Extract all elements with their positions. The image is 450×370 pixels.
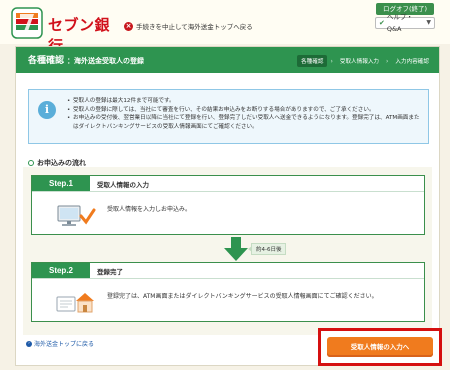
interrupt-link-label: 手続きを中止して海外送金トップへ戻る: [136, 23, 253, 31]
info-list: 受取人の登録は最大12件まで可能です。 受取人の登録に際しては、当社にて審査を行…: [67, 97, 423, 131]
list-item: お申込みの受付後、翌営業日以降に当社にて登録を行い、登録完了しだい受取人へ送金で…: [67, 114, 423, 131]
list-item: 受取人の登録は最大12件まで可能です。: [67, 97, 423, 106]
divider: [32, 191, 424, 192]
cta-highlight: 受取人情報の入力へ: [318, 328, 442, 366]
chevron-down-icon: ▼: [426, 19, 431, 26]
main-panel: 各種確認 ：海外送金受取人の登録 各種確認 › 受取人情報入力 › 入力内容確認 …: [15, 46, 440, 366]
back-to-top-link[interactable]: › 海外送金トップに戻る: [26, 339, 94, 348]
progress-step: 受取人情報入力: [339, 59, 380, 65]
bullet-icon: [28, 160, 34, 166]
step-1-heading: 受取人情報の入力: [97, 181, 149, 189]
page-header-bar: 各種確認 ：海外送金受取人の登録 各種確認 › 受取人情報入力 › 入力内容確認: [16, 47, 439, 73]
list-item: 受取人の登録に際しては、当社にて審査を行い、その結果お申込みをお断りする場合があ…: [67, 106, 423, 115]
chevron-right-icon: ›: [386, 57, 389, 65]
page-title: 各種確認 ：海外送金受取人の登録: [28, 53, 144, 66]
duration-text: 約4-6日後: [256, 247, 282, 253]
info-icon: i: [38, 101, 56, 119]
pointer-icon: [248, 246, 252, 252]
proceed-to-recipient-input-button[interactable]: 受取人情報の入力へ: [327, 337, 433, 357]
progress-steps: 各種確認 › 受取人情報入力 › 入力内容確認: [297, 55, 433, 67]
progress-step: 入力内容確認: [395, 59, 429, 65]
step-2-label: Step.2: [32, 263, 90, 278]
close-icon: ×: [124, 21, 133, 31]
check-icon: ✔: [379, 19, 385, 27]
chevron-right-icon: ›: [26, 340, 32, 347]
step-2-description: 登録完了は、ATM画面またはダイレクトバンキングサービスの受取人情報画面にてご確…: [107, 293, 378, 300]
computer-input-icon: [57, 205, 96, 226]
back-to-top-label: 海外送金トップに戻る: [34, 341, 95, 348]
seven-bank-logo[interactable]: セブン銀行: [10, 6, 120, 55]
seven-bank-logo-mark: [11, 7, 43, 39]
info-notice: i 受取人の登録は最大12件まで可能です。 受取人の登録に際しては、当社にて審査…: [28, 89, 429, 144]
help-dropdown[interactable]: ✔ ヘルプ・Q&A ▼: [375, 13, 435, 33]
step-2-card: Step.2 登録完了 登録完了は、ATM画面またはダイレクトバンキングサービス…: [31, 262, 425, 322]
registration-complete-icon: [56, 293, 94, 313]
arrow-down-icon: [224, 237, 248, 261]
top-bar: セブン銀行 × 手続きを中止して海外送金トップへ戻る ログオフ(終了) ✔ ヘル…: [0, 0, 450, 55]
step-2-heading: 登録完了: [97, 268, 123, 276]
interrupt-link[interactable]: × 手続きを中止して海外送金トップへ戻る: [124, 21, 253, 31]
page-title-text: 各種確認: [28, 56, 65, 66]
duration-badge: 約4-6日後: [248, 243, 287, 255]
step-1-card: Step.1 受取人情報の入力 受取人情報を入力しお申込み。: [31, 175, 425, 235]
page-subtitle: ：海外送金受取人の登録: [67, 57, 145, 65]
flow-area: Step.1 受取人情報の入力 受取人情報を入力しお申込み。 約4-6日後 St…: [23, 167, 432, 335]
step-1-description: 受取人情報を入力しお申込み。: [107, 206, 192, 213]
chevron-right-icon: ›: [330, 57, 333, 65]
divider: [32, 278, 424, 279]
step-1-label: Step.1: [32, 176, 90, 191]
help-dropdown-label: ヘルプ・Q&A: [386, 13, 413, 33]
progress-step-current: 各種確認: [297, 55, 328, 67]
